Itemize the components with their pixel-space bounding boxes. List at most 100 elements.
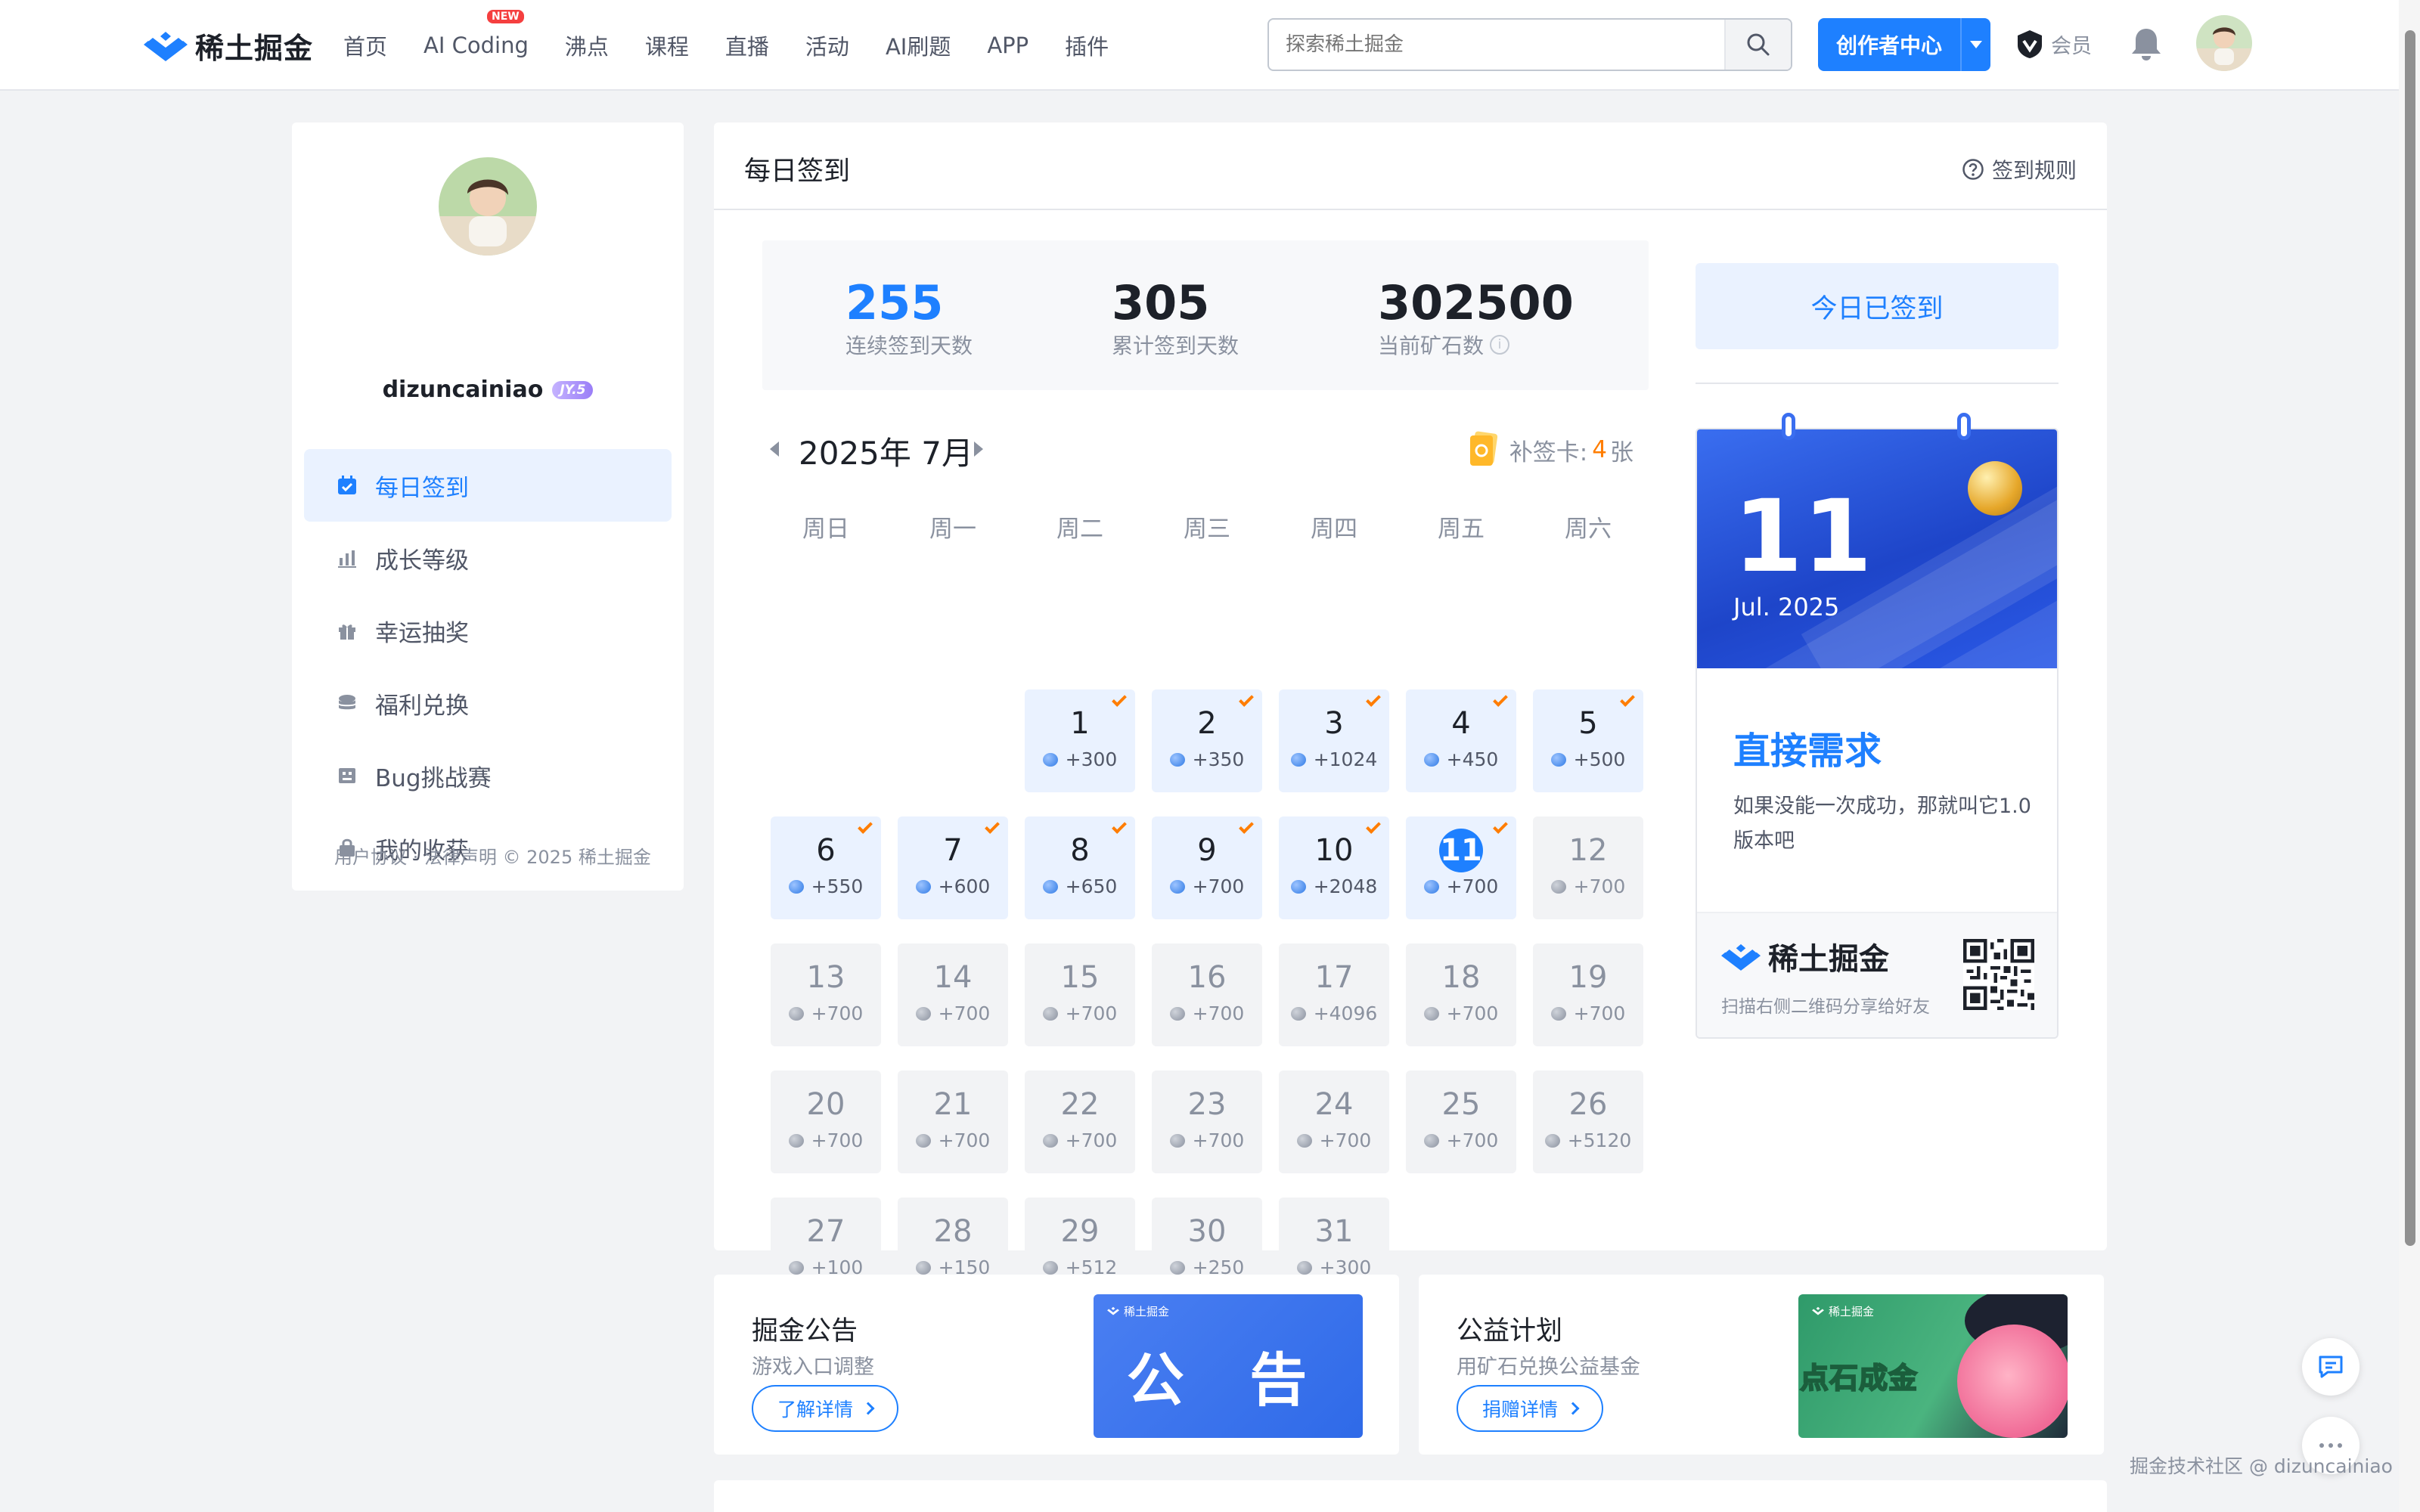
reward-amount: +700 — [1446, 875, 1499, 897]
day-reward: +300 — [1042, 748, 1117, 770]
calendar-day[interactable]: 24 +700 — [1279, 1070, 1389, 1173]
ore-icon — [915, 1006, 931, 1021]
notice-banner-image[interactable]: 稀土掘金 公 告 — [1094, 1294, 1363, 1438]
charity-banner-image[interactable]: 稀土掘金 点石成金 — [1798, 1294, 2068, 1438]
vip-link[interactable]: 会员 — [2015, 29, 2092, 59]
nav-link-ai-practice[interactable]: AI刷题 — [886, 29, 951, 61]
day-reward: +350 — [1169, 748, 1244, 770]
ore-icon — [1423, 752, 1439, 767]
day-number: 19 — [1568, 960, 1608, 995]
sidebar-item-label: 福利兑换 — [375, 692, 469, 720]
juejin-logo[interactable]: 稀土掘金 — [144, 24, 313, 67]
makeup-card-icon — [1469, 431, 1497, 466]
calendar-day[interactable]: 22 +700 — [1025, 1070, 1135, 1173]
page-scrollbar[interactable] — [2399, 0, 2420, 1512]
sidebar-item-rewards-exchange[interactable]: 福利兑换 — [304, 667, 672, 739]
calendar-day[interactable]: 19 +700 — [1533, 943, 1643, 1046]
nav-link-app[interactable]: APP — [987, 33, 1028, 58]
scrollbar-thumb[interactable] — [2405, 30, 2415, 1246]
weekday-label: 周日 — [802, 516, 849, 543]
calendar-day[interactable]: 13 +700 — [771, 943, 881, 1046]
calendar-day[interactable]: 25 +700 — [1406, 1070, 1516, 1173]
weekday-label: 周四 — [1311, 516, 1357, 543]
calendar-day-today[interactable]: 11 +700 — [1406, 816, 1516, 919]
makeup-card-info[interactable]: 补签卡: 4 张 — [1467, 431, 1634, 469]
day-reward: +700 — [915, 1002, 990, 1024]
reward-amount: +700 — [1065, 1002, 1118, 1024]
calendar-day[interactable]: 26 +5120 — [1533, 1070, 1643, 1173]
calendar-day[interactable]: 5 +500 — [1533, 689, 1643, 792]
ore-icon — [1550, 752, 1566, 767]
calendar-day[interactable]: 6 +550 — [771, 816, 881, 919]
calendar-day[interactable]: 3 +1024 — [1279, 689, 1389, 792]
nav-link-live[interactable]: 直播 — [725, 29, 769, 61]
search-button[interactable] — [1724, 20, 1791, 70]
calendar-day[interactable]: 21 +700 — [898, 1070, 1008, 1173]
divider — [1696, 383, 2059, 384]
card-day: 11 — [1733, 479, 1872, 595]
next-month-icon[interactable] — [974, 442, 983, 457]
calendar-day[interactable]: 7 +600 — [898, 816, 1008, 919]
notice-details-button[interactable]: 了解详情 — [752, 1385, 898, 1432]
sidebar-item-bug-challenge[interactable]: Bug挑战赛 — [304, 739, 672, 812]
day-number: 23 — [1187, 1087, 1227, 1122]
sidebar-item-daily-checkin[interactable]: 每日签到 — [304, 449, 672, 522]
ore-icon — [1042, 1260, 1058, 1275]
day-reward: +2048 — [1290, 875, 1377, 897]
level-badge[interactable]: JY.5 — [552, 380, 594, 399]
calendar-day[interactable]: 18 +700 — [1406, 943, 1516, 1046]
day-number: 7 — [943, 833, 963, 868]
info-icon[interactable]: i — [1490, 335, 1510, 355]
day-number: 17 — [1314, 960, 1354, 995]
calendar-day[interactable]: 9 +700 — [1152, 816, 1262, 919]
calendar-day[interactable]: 14 +700 — [898, 943, 1008, 1046]
ore-icon — [1550, 1006, 1566, 1021]
creator-center-button[interactable]: 创作者中心 — [1818, 18, 1990, 71]
juejin-logo-icon — [1107, 1306, 1119, 1315]
day-reward: +700 — [1550, 875, 1625, 897]
calendar-day[interactable]: 10 +2048 — [1279, 816, 1389, 919]
card-caption: 扫描右侧二维码分享给好友 — [1721, 997, 1930, 1017]
calendar-day[interactable]: 20 +700 — [771, 1070, 881, 1173]
day-number: 21 — [933, 1087, 973, 1122]
nav-link-home[interactable]: 首页 — [343, 29, 387, 61]
nav-link-plugins[interactable]: 插件 — [1065, 29, 1109, 61]
checkin-rules-link[interactable]: 签到规则 — [1962, 154, 2077, 184]
nav-link-events[interactable]: 活动 — [805, 29, 849, 61]
sidebar-item-growth-level[interactable]: 成长等级 — [304, 522, 672, 594]
profile-avatar[interactable] — [439, 157, 537, 256]
notice-title: 掘金公告 — [752, 1316, 858, 1346]
nav-link-ai-coding[interactable]: AI Coding NEW — [424, 10, 529, 58]
ore-icon — [1290, 1006, 1306, 1021]
notification-bell-icon[interactable] — [2130, 26, 2163, 62]
creator-dropdown-toggle[interactable] — [1960, 18, 1990, 71]
calendar-day[interactable]: 1 +300 — [1025, 689, 1135, 792]
total-days-value: 305 — [1112, 275, 1210, 330]
ore-icon — [1169, 1133, 1185, 1148]
reward-amount: +700 — [1446, 1002, 1499, 1024]
checked-in-today-button[interactable]: 今日已签到 — [1696, 263, 2059, 349]
calendar-day[interactable]: 2 +350 — [1152, 689, 1262, 792]
day-reward: +600 — [915, 875, 990, 897]
nav-link-pins[interactable]: 沸点 — [565, 29, 609, 61]
weekday-label: 周一 — [929, 516, 976, 543]
day-reward: +5120 — [1544, 1129, 1631, 1151]
sidebar-item-lucky-draw[interactable]: 幸运抽奖 — [304, 594, 672, 667]
user-avatar[interactable] — [2196, 15, 2252, 71]
calendar-day[interactable]: 4 +450 — [1406, 689, 1516, 792]
username[interactable]: dizuncainiao — [383, 376, 544, 403]
calendar-day[interactable]: 23 +700 — [1152, 1070, 1262, 1173]
calendar-day[interactable]: 8 +650 — [1025, 816, 1135, 919]
calendar-day[interactable]: 16 +700 — [1152, 943, 1262, 1046]
calendar-day[interactable]: 15 +700 — [1025, 943, 1135, 1046]
calendar-day[interactable]: 12 +700 — [1533, 816, 1643, 919]
day-number: 8 — [1070, 833, 1090, 868]
feedback-button[interactable] — [2302, 1338, 2360, 1396]
sidebar-footer[interactable]: 用户协议 · 法律声明 © 2025 稀土掘金 — [334, 842, 651, 869]
calendar-day[interactable]: 17 +4096 — [1279, 943, 1389, 1046]
donate-details-button[interactable]: 捐赠详情 — [1457, 1385, 1603, 1432]
search-input[interactable] — [1269, 20, 1724, 70]
sidebar-item-label: 幸运抽奖 — [375, 619, 469, 647]
nav-link-courses[interactable]: 课程 — [645, 29, 689, 61]
prev-month-icon[interactable] — [770, 442, 779, 457]
